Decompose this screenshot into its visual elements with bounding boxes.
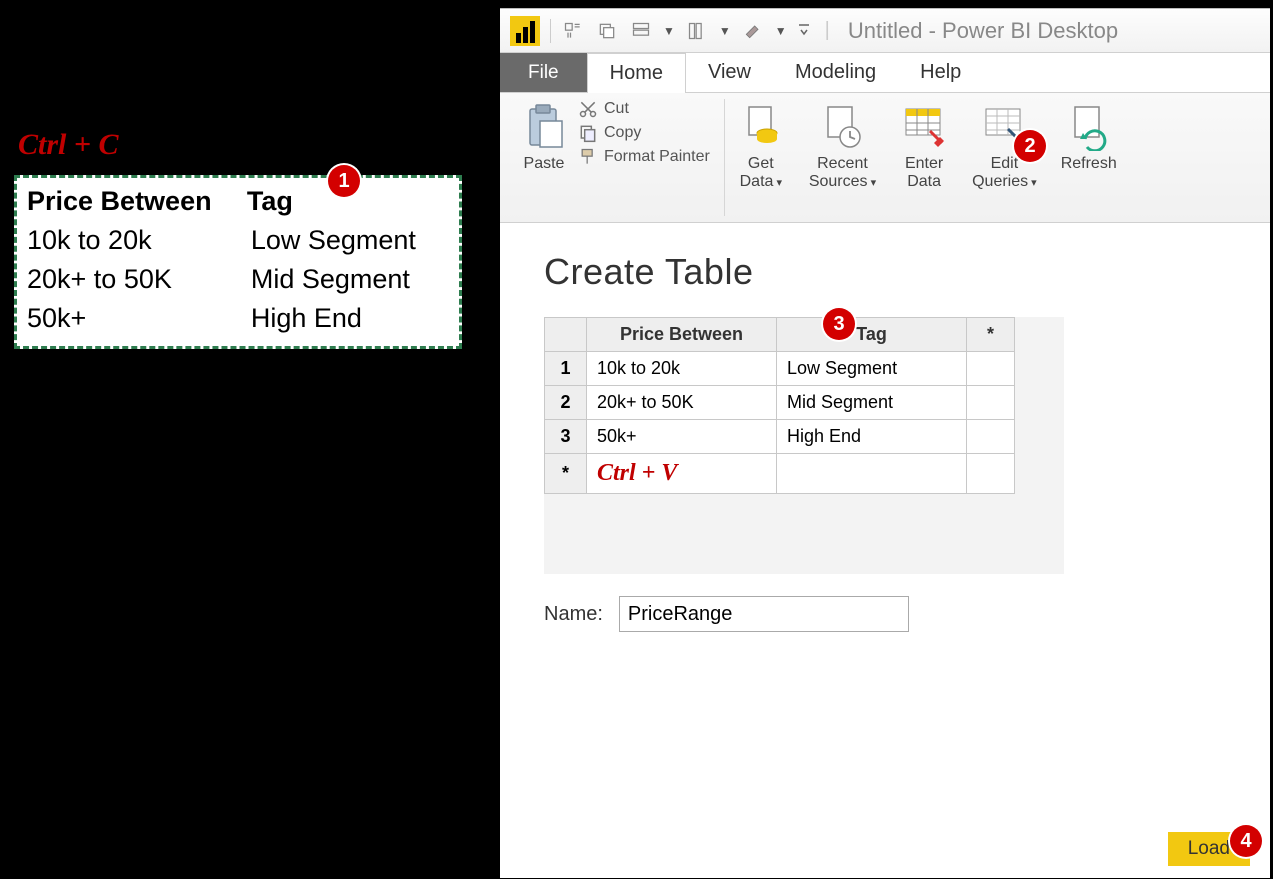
format-painter-icon <box>578 147 598 167</box>
grid-cell[interactable] <box>967 386 1015 420</box>
grid-col-header[interactable]: Price Between <box>587 318 777 352</box>
tab-modeling[interactable]: Modeling <box>773 53 898 92</box>
callout-3: 3 <box>823 308 855 340</box>
qat-icon[interactable] <box>561 19 585 43</box>
data-grid-container: Price Between Tag * 1 10k to 20k Low Seg… <box>544 317 1064 574</box>
refresh-button[interactable]: Refresh <box>1055 99 1123 177</box>
enter-data-button[interactable]: Enter Data <box>894 99 954 196</box>
source-cell: Mid Segment <box>247 260 449 299</box>
qat-dropdown-icon[interactable]: ▼ <box>719 24 731 38</box>
ctrl-c-annotation: Ctrl + C <box>18 128 118 162</box>
brush-icon[interactable] <box>741 19 765 43</box>
divider <box>550 19 551 43</box>
source-cell: 50k+ <box>27 299 247 338</box>
grid-cell[interactable] <box>967 420 1015 454</box>
grid-cell[interactable] <box>967 352 1015 386</box>
get-data-button[interactable]: Get Data <box>731 99 791 196</box>
powerbi-window: ▼ ▼ ▼ | Untitled - Power BI Desktop File… <box>500 8 1270 878</box>
grid-cell[interactable]: High End <box>777 420 967 454</box>
source-cell: Low Segment <box>247 221 449 260</box>
grid-row-header[interactable]: 2 <box>545 386 587 420</box>
callout-4: 4 <box>1230 825 1262 857</box>
cut-button[interactable]: Cut <box>578 99 710 119</box>
tab-help[interactable]: Help <box>898 53 983 92</box>
title-bar: ▼ ▼ ▼ | Untitled - Power BI Desktop <box>500 9 1270 53</box>
refresh-label: Refresh <box>1061 155 1117 173</box>
grid-cell[interactable]: Ctrl + V <box>587 454 777 494</box>
recent-sources-button[interactable]: Recent Sources <box>803 99 882 196</box>
window-title: Untitled - Power BI Desktop <box>848 18 1118 44</box>
data-grid[interactable]: Price Between Tag * 1 10k to 20k Low Seg… <box>544 317 1015 494</box>
ribbon: Paste Cut Copy Format Painter Get Data R… <box>500 93 1270 223</box>
grid-cell[interactable] <box>967 454 1015 494</box>
create-table-dialog: Create Table Price Between Tag * 1 10k t… <box>500 223 1270 632</box>
tab-home[interactable]: Home <box>587 53 686 93</box>
source-cell: 20k+ to 50K <box>27 260 247 299</box>
qat-icon[interactable] <box>685 19 709 43</box>
grid-cell[interactable]: 10k to 20k <box>587 352 777 386</box>
callout-1: 1 <box>328 165 360 197</box>
format-painter-button[interactable]: Format Painter <box>578 147 710 167</box>
title-separator: | <box>825 19 830 42</box>
paste-label: Paste <box>524 155 565 173</box>
source-header-price: Price Between <box>27 184 247 221</box>
ribbon-tabs: File Home View Modeling Help <box>500 53 1270 93</box>
ctrl-v-annotation: Ctrl + V <box>597 460 677 486</box>
qat-customize-icon[interactable] <box>797 19 811 43</box>
qat-icon[interactable] <box>595 19 619 43</box>
grid-cell[interactable]: 20k+ to 50K <box>587 386 777 420</box>
get-data-label: Get Data <box>740 155 782 192</box>
source-cell: 10k to 20k <box>27 221 247 260</box>
enter-data-label: Enter Data <box>905 155 943 192</box>
grid-col-header-add[interactable]: * <box>967 318 1015 352</box>
source-cell: High End <box>247 299 449 338</box>
qat-dropdown-icon[interactable]: ▼ <box>663 24 675 38</box>
copy-button[interactable]: Copy <box>578 123 710 143</box>
scissors-icon <box>578 99 598 119</box>
dialog-title: Create Table <box>544 251 753 293</box>
name-label: Name: <box>544 603 603 626</box>
enter-data-icon <box>900 103 948 151</box>
grid-corner[interactable] <box>545 318 587 352</box>
format-painter-label: Format Painter <box>604 148 710 166</box>
grid-cell[interactable]: Low Segment <box>777 352 967 386</box>
paste-button[interactable]: Paste <box>514 99 574 177</box>
get-data-icon <box>737 103 785 151</box>
qat-icon[interactable] <box>629 19 653 43</box>
recent-sources-icon <box>818 103 866 151</box>
tab-view[interactable]: View <box>686 53 773 92</box>
grid-row-header-add[interactable]: * <box>545 454 587 494</box>
refresh-icon <box>1065 103 1113 151</box>
table-name-input[interactable] <box>619 596 909 632</box>
clipboard-icon <box>520 103 568 151</box>
grid-cell[interactable]: 50k+ <box>587 420 777 454</box>
source-excel-selection: Price Between Tag 10k to 20kLow Segment … <box>14 175 462 349</box>
grid-cell[interactable] <box>777 454 967 494</box>
copy-icon <box>578 123 598 143</box>
copy-label: Copy <box>604 124 641 142</box>
grid-cell[interactable]: Mid Segment <box>777 386 967 420</box>
powerbi-logo-icon <box>510 16 540 46</box>
tab-file[interactable]: File <box>500 53 587 92</box>
grid-row-header[interactable]: 1 <box>545 352 587 386</box>
grid-row-header[interactable]: 3 <box>545 420 587 454</box>
callout-2: 2 <box>1014 130 1046 162</box>
grid-col-header[interactable]: Tag <box>777 318 967 352</box>
cut-label: Cut <box>604 100 629 118</box>
recent-sources-label: Recent Sources <box>809 155 876 192</box>
qat-dropdown-icon[interactable]: ▼ <box>775 24 787 38</box>
